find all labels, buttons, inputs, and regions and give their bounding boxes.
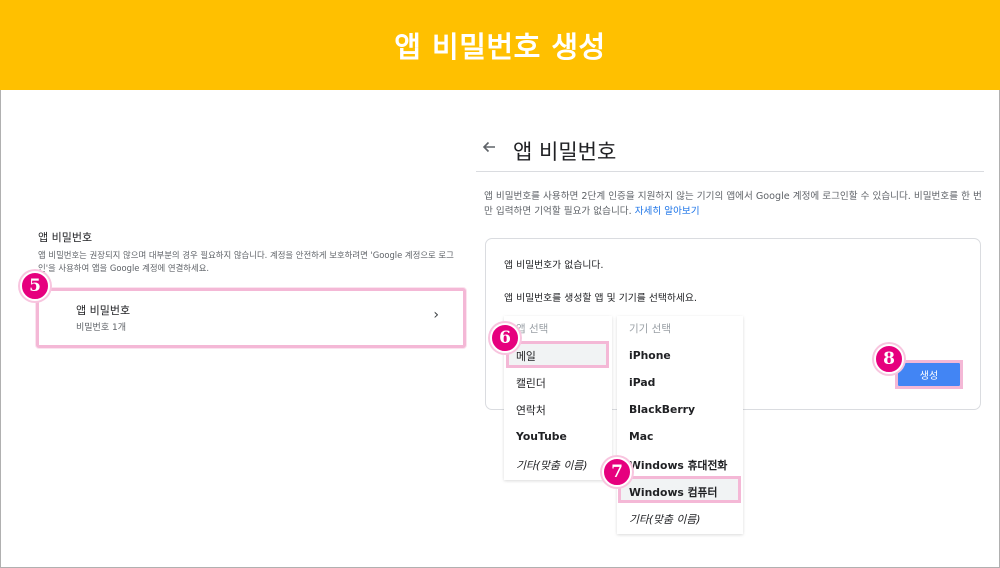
- banner: 앱 비밀번호 생성: [0, 0, 1000, 90]
- app-select-header: 앱 선택: [516, 323, 549, 335]
- banner-title: 앱 비밀번호 생성: [394, 30, 606, 64]
- page-description: 앱 비밀번호를 사용하면 2단계 인증을 지원하지 않는 기기의 앱에서 Goo…: [484, 189, 984, 219]
- app-option-other[interactable]: 기타(맞춤 이름): [516, 457, 587, 473]
- divider: [476, 171, 984, 172]
- description-text: 앱 비밀번호를 사용하면 2단계 인증을 지원하지 않는 기기의 앱에서 Goo…: [484, 191, 982, 217]
- arrow-left-icon[interactable]: [482, 139, 496, 159]
- step-badge-6: 6: [490, 323, 520, 353]
- step-badge-5: 5: [20, 271, 50, 301]
- app-passwords-entry[interactable]: 앱 비밀번호 비밀번호 1개 ›: [36, 288, 466, 348]
- app-option-contacts[interactable]: 연락처: [516, 402, 546, 418]
- select-prompt: 앱 비밀번호를 생성할 앱 및 기기를 선택하세요.: [504, 293, 698, 304]
- page-title: 앱 비밀번호: [513, 140, 617, 164]
- app-passwords-section-description: 앱 비밀번호는 권장되지 않으며 대부분의 경우 필요하지 않습니다. 계정을 …: [38, 250, 454, 273]
- step-badge-7: 7: [602, 457, 632, 487]
- app-option-mail[interactable]: 메일: [516, 348, 536, 364]
- app-passwords-section-title: 앱 비밀번호: [38, 231, 93, 244]
- device-option-windows-pc[interactable]: Windows 컴퓨터: [629, 484, 717, 500]
- device-select-header: 기기 선택: [629, 323, 671, 335]
- app-option-calendar[interactable]: 캘린더: [516, 375, 546, 391]
- empty-state-text: 앱 비밀번호가 없습니다.: [504, 260, 604, 271]
- device-option-iphone[interactable]: iPhone: [629, 349, 671, 362]
- app-option-youtube[interactable]: YouTube: [516, 430, 567, 443]
- device-option-windows-phone[interactable]: Windows 휴대전화: [629, 457, 727, 473]
- device-option-ipad[interactable]: iPad: [629, 376, 655, 389]
- device-option-blackberry[interactable]: BlackBerry: [629, 403, 695, 416]
- app-passwords-entry-count: 비밀번호 1개: [76, 323, 126, 333]
- chevron-right-icon: ›: [433, 307, 439, 323]
- create-button[interactable]: 생성: [898, 363, 960, 386]
- app-passwords-entry-title: 앱 비밀번호: [76, 304, 131, 317]
- step-badge-8: 8: [874, 344, 904, 374]
- device-option-other[interactable]: 기타(맞춤 이름): [629, 511, 700, 527]
- device-option-mac[interactable]: Mac: [629, 430, 653, 443]
- learn-more-link[interactable]: 자세히 알아보기: [635, 206, 700, 217]
